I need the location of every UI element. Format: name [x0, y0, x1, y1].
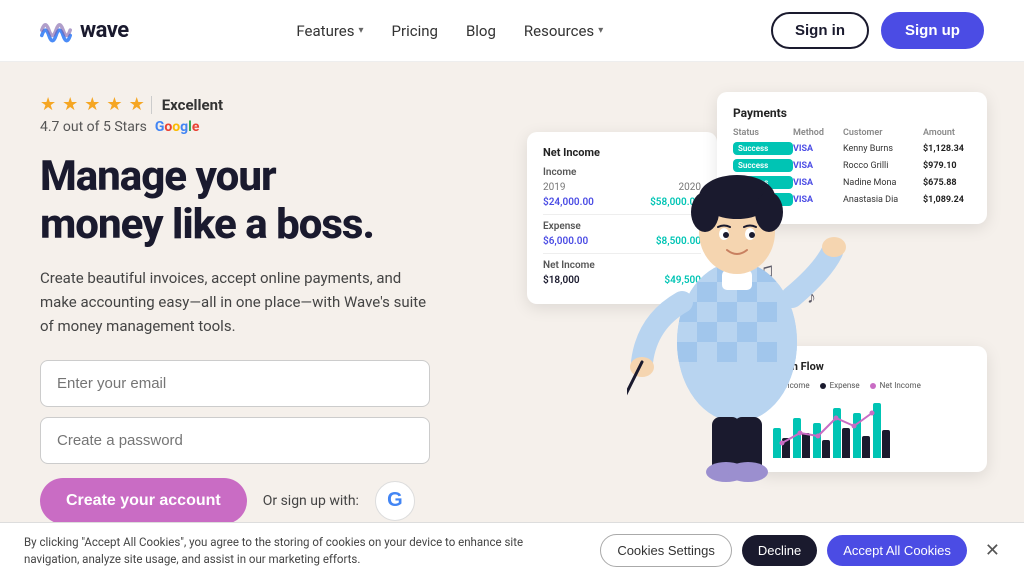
star-3: ★: [84, 94, 100, 115]
email-input[interactable]: [40, 360, 430, 407]
signup-button[interactable]: Sign up: [881, 12, 984, 49]
google-icon: G: [387, 489, 403, 512]
google-signin-button[interactable]: G: [375, 481, 415, 521]
income-2019: $24,000.00: [543, 197, 594, 208]
logo[interactable]: wave: [40, 17, 129, 45]
expense-2019: $6,000.00: [543, 236, 588, 247]
star-1: ★: [40, 94, 56, 115]
logo-icon: [40, 17, 72, 45]
net-2019: $18,000: [543, 275, 580, 286]
cookie-banner: By clicking "Accept All Cookies", you ag…: [0, 522, 1024, 578]
excellent-badge: Excellent: [151, 96, 223, 114]
expense-label: Expense: [543, 221, 581, 232]
year-2019: 2019: [543, 182, 565, 193]
legend-dot-net: [870, 383, 876, 389]
legend-net: Net Income: [870, 381, 921, 390]
decline-button[interactable]: Decline: [742, 535, 817, 566]
close-icon: ✕: [985, 540, 1000, 560]
nav-links: Features ▾ Pricing Blog Resources ▾: [296, 22, 603, 40]
rating-row: 4.7 out of 5 Stars Google: [40, 119, 430, 135]
star-rating: ★ ★ ★ ★ ★ Excellent: [40, 94, 430, 115]
customer-2: Rocco Grilli: [843, 161, 923, 171]
cookies-settings-button[interactable]: Cookies Settings: [600, 534, 732, 567]
nav-pricing[interactable]: Pricing: [392, 22, 438, 40]
password-form-group: [40, 417, 430, 464]
amount-1: $1,128.34: [923, 144, 983, 154]
net-label: Net Income: [543, 260, 595, 271]
customer-3: Nadine Mona: [843, 178, 923, 188]
hero-description: Create beautiful invoices, accept online…: [40, 266, 430, 338]
person-illustration: [627, 122, 847, 486]
col-customer: Customer: [843, 128, 923, 138]
left-panel: ★ ★ ★ ★ ★ Excellent 4.7 out of 5 Stars G…: [0, 62, 470, 522]
close-cookie-button[interactable]: ✕: [985, 540, 1000, 561]
chevron-down-icon: ▾: [359, 25, 364, 36]
cookie-actions: Cookies Settings Decline Accept All Cook…: [600, 534, 1000, 567]
star-half: ★: [129, 94, 145, 115]
logo-text: wave: [80, 18, 129, 43]
main-content: ★ ★ ★ ★ ★ Excellent 4.7 out of 5 Stars G…: [0, 62, 1024, 522]
signin-button[interactable]: Sign in: [771, 12, 869, 49]
cookie-text: By clicking "Accept All Cookies", you ag…: [24, 534, 524, 566]
right-panel: Net Income Income 2019 2020 $24,000.00 $…: [470, 62, 1024, 522]
hero-title: Manage your money like a boss.: [40, 153, 430, 250]
amount-3: $675.88: [923, 178, 983, 188]
amount-4: $1,089.24: [923, 195, 983, 205]
nav-buttons: Sign in Sign up: [771, 12, 984, 49]
chevron-down-icon: ▾: [598, 25, 603, 36]
email-form-group: [40, 360, 430, 407]
nav-features[interactable]: Features ▾: [296, 22, 363, 40]
star-4: ★: [106, 94, 122, 115]
illustration-area: Net Income Income 2019 2020 $24,000.00 $…: [507, 92, 987, 492]
customer-4: Anastasia Dia: [843, 195, 923, 205]
accept-all-button[interactable]: Accept All Cookies: [827, 535, 967, 566]
create-account-button[interactable]: Create your account: [40, 478, 247, 522]
or-sign-text: Or sign up with:: [263, 493, 359, 509]
password-input[interactable]: [40, 417, 430, 464]
rating-value: 4.7 out of 5 Stars: [40, 119, 147, 135]
amount-2: $979.10: [923, 161, 983, 171]
star-2: ★: [62, 94, 78, 115]
income-label: Income: [543, 167, 576, 178]
payments-card-title: Payments: [733, 106, 971, 120]
navbar: wave Features ▾ Pricing Blog Resources ▾…: [0, 0, 1024, 62]
excellent-text: Excellent: [151, 96, 223, 114]
cta-row: Create your account Or sign up with: G: [40, 478, 430, 522]
google-logo: Google: [155, 119, 200, 135]
col-amount: Amount: [923, 128, 983, 138]
nav-blog[interactable]: Blog: [466, 22, 496, 40]
nav-resources[interactable]: Resources ▾: [524, 22, 603, 40]
customer-1: Kenny Burns: [843, 144, 923, 154]
